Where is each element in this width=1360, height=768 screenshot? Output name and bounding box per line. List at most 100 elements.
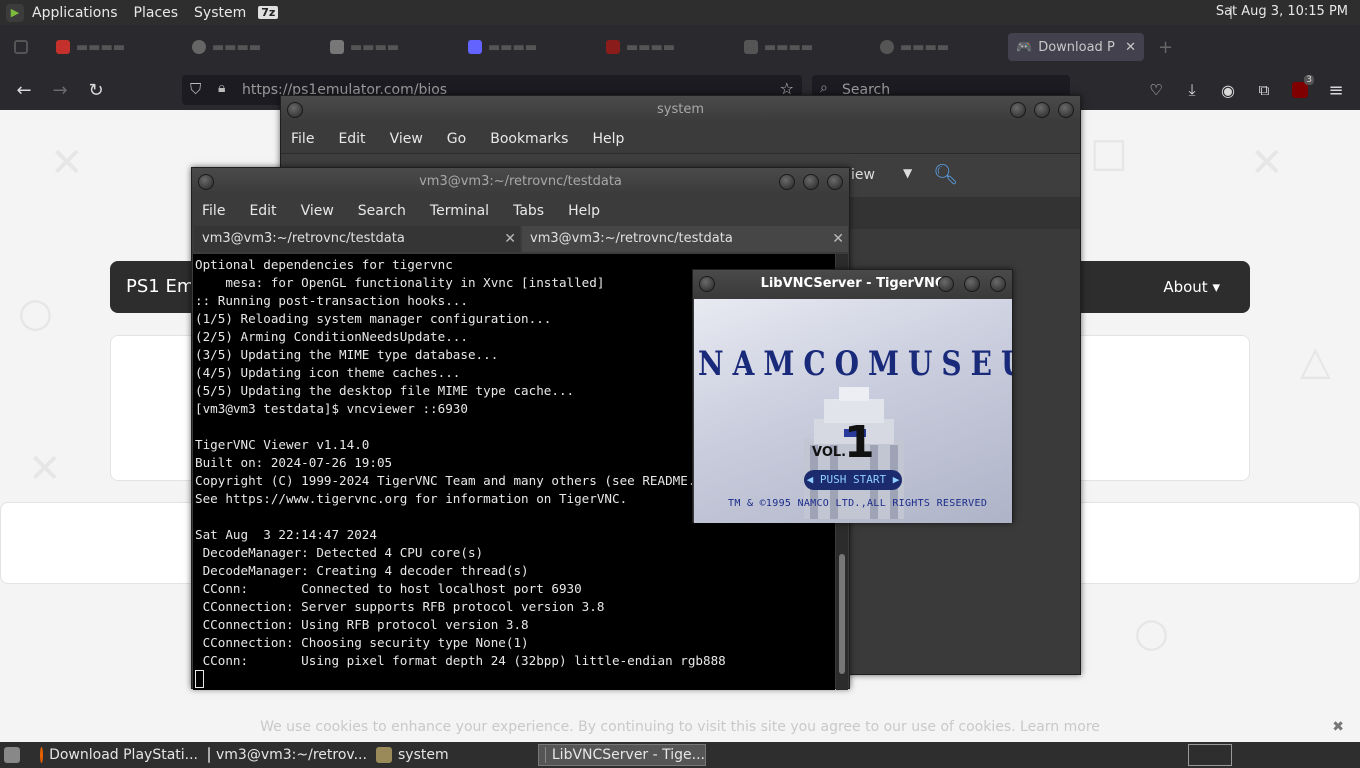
file-manager-menubar: File Edit View Go Bookmarks Help [281, 125, 1080, 153]
vnc-viewer-window: LibVNCServer - TigerVNC NAMCOMUSEUMTM VO… [692, 269, 1013, 523]
game-copyright: TM & ©1995 NAMCO LTD.,ALL RIGHTS RESERVE… [728, 498, 988, 509]
downloads-icon[interactable]: ⤓ [1180, 78, 1204, 102]
watermark-triangle-icon: △ [1300, 338, 1331, 384]
scrollbar-thumb[interactable] [839, 554, 845, 674]
reload-button[interactable]: ↻ [84, 78, 108, 102]
menu-help[interactable]: Help [564, 203, 612, 219]
taskbar: Download PlayStati... vm3@vm3:~/retrov..… [0, 742, 1360, 768]
maximize-button[interactable] [803, 174, 819, 190]
minimize-button[interactable] [779, 174, 795, 190]
new-tab-button[interactable]: + [1158, 33, 1173, 61]
taskbar-item-system[interactable]: system [370, 744, 534, 766]
close-tab-icon[interactable]: ✕ [1125, 40, 1136, 55]
browser-tab[interactable]: ▬▬▬▬ [56, 33, 125, 61]
minimize-button[interactable] [1010, 102, 1026, 118]
menu-terminal[interactable]: Terminal [426, 203, 501, 219]
watermark-cross-icon: ✕ [50, 140, 84, 186]
terminal-line: CConnection: Using RFB protocol version … [195, 617, 529, 632]
terminal-tab[interactable]: vm3@vm3:~/retrovnc/testdata ✕ [194, 226, 520, 252]
close-button[interactable] [990, 276, 1006, 292]
firefox-view-icon[interactable] [14, 33, 28, 61]
terminal-tab-active[interactable]: vm3@vm3:~/retrovnc/testdata ✕ [522, 226, 848, 252]
menu-file[interactable]: File [198, 203, 237, 219]
pocket-icon[interactable]: ♡ [1144, 78, 1168, 102]
back-button[interactable]: ← [12, 78, 36, 102]
maximize-button[interactable] [964, 276, 980, 292]
browser-tab[interactable]: ▬▬▬▬ [192, 33, 261, 61]
arrow-left-icon: ◀ [806, 473, 820, 486]
menu-places[interactable]: Places [126, 5, 187, 21]
browser-tab[interactable]: ▬▬▬▬ [880, 33, 949, 61]
tab-label: ▬▬▬▬ [488, 39, 538, 55]
about-dropdown[interactable]: About ▾ [1163, 278, 1220, 296]
window-titlebar[interactable]: system [281, 96, 1080, 124]
terminal-line: DecodeManager: Creating 4 decoder thread… [195, 563, 529, 578]
tab-label: ▬▬▬▬ [900, 39, 950, 55]
cookie-banner: We use cookies to enhance your experienc… [0, 710, 1360, 742]
close-button[interactable] [1058, 102, 1074, 118]
browser-tab[interactable]: ▬▬▬▬ [606, 33, 675, 61]
account-icon[interactable]: ◉ [1216, 78, 1240, 102]
browser-tab[interactable]: ▬▬▬▬ [330, 33, 399, 61]
shield-icon[interactable]: ⛉ [190, 80, 201, 98]
watermark-circle-icon: ○ [18, 290, 53, 336]
terminal-line: CConnection: Server supports RFB protoco… [195, 599, 605, 614]
search-icon[interactable]: 🔍︎ [933, 162, 958, 186]
window-title: system [657, 102, 704, 117]
forward-button[interactable]: → [48, 78, 72, 102]
browser-tab[interactable]: ▬▬▬▬ [468, 33, 537, 61]
push-start-button[interactable]: ◀ PUSH START ▶ [804, 470, 902, 490]
terminal-line: CConn: Connected to host localhost port … [195, 581, 582, 596]
workspace-switcher[interactable] [1188, 744, 1232, 766]
clock[interactable]: Sat Aug 3, 10:15 PM [1216, 4, 1348, 19]
watermark-square-icon: □ [1090, 130, 1128, 176]
hamburger-menu-icon[interactable]: ≡ [1324, 78, 1348, 102]
taskbar-item-firefox[interactable]: Download PlayStati... [34, 744, 198, 766]
menu-bookmarks[interactable]: Bookmarks [486, 131, 580, 147]
menu-help[interactable]: Help [588, 131, 636, 147]
vnc-remote-screen[interactable]: NAMCOMUSEUMTM VOL. 1 ◀ PUSH START ▶ TM &… [694, 299, 1012, 523]
menu-go[interactable]: Go [443, 131, 478, 147]
firefox-icon [40, 747, 44, 763]
7zip-launcher-icon[interactable]: 7z [258, 6, 279, 19]
lock-icon[interactable]: 🔒︎ [218, 80, 225, 96]
ublock-icon[interactable]: 3 [1288, 75, 1314, 102]
browser-tab[interactable]: ▬▬▬▬ [744, 33, 813, 61]
window-menu-button[interactable] [198, 174, 214, 190]
extension-badge: 3 [1304, 75, 1314, 85]
taskbar-item-terminal[interactable]: vm3@vm3:~/retrov... [202, 744, 366, 766]
menu-tabs[interactable]: Tabs [509, 203, 556, 219]
watermark-circle-icon: ○ [1134, 610, 1169, 656]
close-tab-icon[interactable]: ✕ [832, 226, 844, 252]
taskbar-item-vnc[interactable]: LibVNCServer - Tige... [538, 744, 706, 766]
menu-view[interactable]: View [386, 131, 435, 147]
window-menu-button[interactable] [287, 102, 303, 118]
volume-label: VOL. [812, 445, 847, 460]
top-panel: ▶ Applications Places System 7z Sat Aug … [0, 0, 1360, 25]
menu-search[interactable]: Search [354, 203, 418, 219]
view-mode-label[interactable]: iew [851, 167, 875, 183]
site-brand[interactable]: PS1 Em [126, 276, 194, 297]
window-menu-button[interactable] [699, 276, 715, 292]
show-desktop-button[interactable] [0, 744, 26, 766]
tab-label: vm3@vm3:~/retrovnc/testdata [530, 231, 733, 246]
extensions-icon[interactable]: ⧉ [1252, 78, 1276, 102]
browser-tab-active[interactable]: 🎮 Download P ✕ [1008, 33, 1144, 61]
arrow-right-icon: ▶ [886, 473, 900, 486]
menu-view[interactable]: View [297, 203, 346, 219]
tab-label: ▬▬▬▬ [212, 39, 262, 55]
menu-applications[interactable]: Applications [24, 5, 126, 21]
menu-system[interactable]: System [186, 5, 254, 21]
menu-file[interactable]: File [287, 131, 326, 147]
close-button[interactable] [827, 174, 843, 190]
view-dropdown-arrow-icon[interactable]: ▼ [903, 166, 912, 180]
maximize-button[interactable] [1034, 102, 1050, 118]
applications-icon[interactable]: ▶ [6, 3, 24, 22]
menu-edit[interactable]: Edit [245, 203, 288, 219]
minimize-button[interactable] [938, 276, 954, 292]
menu-edit[interactable]: Edit [334, 131, 377, 147]
close-tab-icon[interactable]: ✕ [504, 226, 516, 252]
window-titlebar[interactable]: vm3@vm3:~/retrovnc/testdata [192, 168, 849, 196]
cookie-close-button[interactable]: ✖ [1332, 710, 1344, 742]
tab-label: ▬▬▬▬ [350, 39, 400, 55]
